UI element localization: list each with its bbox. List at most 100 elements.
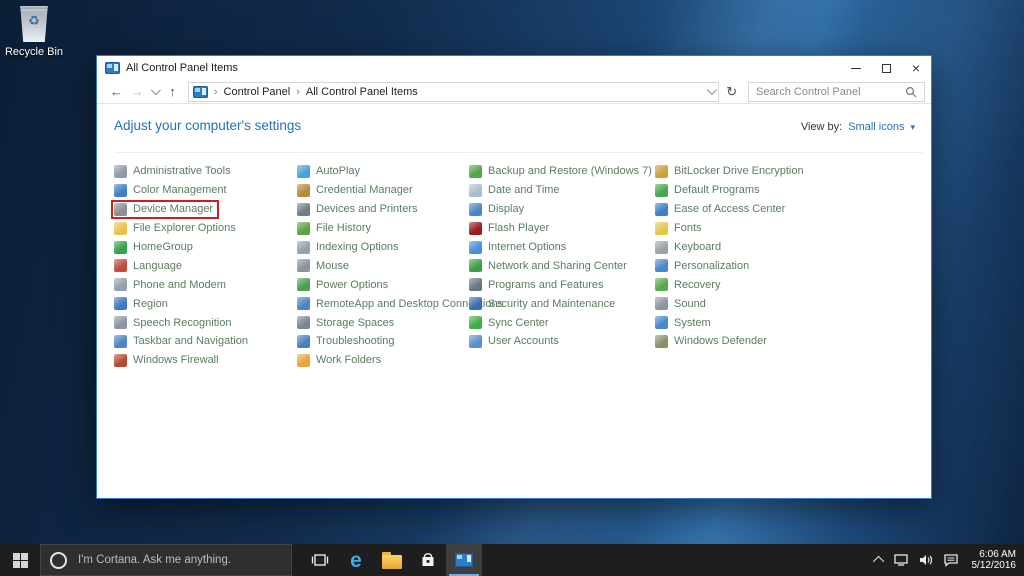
control-panel-item-flash-player[interactable]: Flash Player [466,219,555,238]
show-hidden-icons-chevron-icon[interactable] [872,555,884,568]
control-panel-item-file-history[interactable]: File History [294,219,377,238]
refresh-button[interactable]: ↻ [721,84,742,100]
volume-icon[interactable] [918,553,934,567]
search-box[interactable] [747,81,925,102]
control-panel-item-taskbar-and-navigation[interactable]: Taskbar and Navigation [111,332,254,351]
control-panel-item-display[interactable]: Display [466,200,530,219]
devices-and-printers-icon [297,202,310,216]
control-panel-item-administrative-tools[interactable]: Administrative Tools [111,162,237,181]
address-bar[interactable]: › Control Panel › All Control Panel Item… [187,81,720,102]
control-panel-item-mouse[interactable]: Mouse [294,256,355,275]
action-center-icon[interactable] [943,553,959,567]
search-input[interactable] [748,85,898,98]
recent-locations-chevron-icon[interactable] [150,85,161,95]
control-panel-item-label: Backup and Restore (Windows 7) [488,165,652,178]
close-button[interactable]: × [901,56,931,80]
control-panel-taskbar-button[interactable] [446,544,482,576]
flash-player-icon [469,221,482,235]
control-panel-item-programs-and-features[interactable]: Programs and Features [466,275,610,294]
network-icon[interactable] [893,553,909,567]
control-panel-item-sound[interactable]: Sound [652,294,712,313]
view-by-dropdown-icon[interactable]: ▾ [910,122,915,133]
view-by-value[interactable]: Small icons [848,121,904,133]
page-title: Adjust your computer's settings [114,118,302,133]
control-panel-item-internet-options[interactable]: Internet Options [466,238,572,257]
edge-button[interactable]: e [338,544,374,576]
control-panel-item-indexing-options[interactable]: Indexing Options [294,238,405,257]
system-tray: 6:06 AM 5/12/2016 [872,544,1024,576]
window-title: All Control Panel Items [126,62,238,74]
control-panel-item-devices-and-printers[interactable]: Devices and Printers [294,200,424,219]
maximize-button[interactable] [871,56,901,80]
control-panel-item-backup-and-restore[interactable]: Backup and Restore (Windows 7) [466,162,658,181]
control-panel-item-network-and-sharing-center[interactable]: Network and Sharing Center [466,256,633,275]
control-panel-item-windows-firewall[interactable]: Windows Firewall [111,351,225,370]
start-button[interactable] [0,544,40,576]
control-panel-item-recovery[interactable]: Recovery [652,275,726,294]
control-panel-item-user-accounts[interactable]: User Accounts [466,332,565,351]
up-button[interactable]: ↑ [163,85,182,98]
control-panel-item-bitlocker-drive-encryption[interactable]: BitLocker Drive Encryption [652,162,810,181]
indexing-options-icon [297,240,310,254]
control-panel-item-ease-of-access-center[interactable]: Ease of Access Center [652,200,791,219]
file-explorer-button[interactable] [374,544,410,576]
control-panel-item-language[interactable]: Language [111,256,188,275]
control-panel-item-region[interactable]: Region [111,294,174,313]
control-panel-item-label: Color Management [133,184,227,197]
control-panel-item-system[interactable]: System [652,313,717,332]
homegroup-icon [114,240,127,254]
cortana-search-box[interactable] [40,544,292,576]
control-panel-item-label: System [674,316,711,329]
control-panel-item-troubleshooting[interactable]: Troubleshooting [294,332,400,351]
control-panel-item-phone-and-modem[interactable]: Phone and Modem [111,275,232,294]
personalization-icon [655,259,668,273]
control-panel-icon [192,85,208,98]
taskbar-clock[interactable]: 6:06 AM 5/12/2016 [972,549,1017,572]
forward-button[interactable]: → [128,85,147,98]
control-panel-item-autoplay[interactable]: AutoPlay [294,162,366,181]
control-panel-item-credential-manager[interactable]: Credential Manager [294,181,419,200]
control-panel-item-windows-defender[interactable]: Windows Defender [652,332,773,351]
window-titlebar[interactable]: All Control Panel Items × [97,56,931,80]
breadcrumb-control-panel[interactable]: Control Panel [224,86,291,98]
clock-time: 6:06 AM [979,548,1016,560]
storage-spaces-icon [297,316,310,330]
control-panel-item-color-management[interactable]: Color Management [111,181,233,200]
control-panel-item-power-options[interactable]: Power Options [294,275,394,294]
control-panel-item-work-folders[interactable]: Work Folders [294,351,387,370]
control-panel-item-date-and-time[interactable]: Date and Time [466,181,566,200]
recycle-bin-shortcut[interactable]: ♻ Recycle Bin [2,6,66,58]
control-panel-item-label: Storage Spaces [316,316,395,329]
store-button[interactable] [410,544,446,576]
control-panel-item-label: Work Folders [316,354,382,367]
control-panel-item-personalization[interactable]: Personalization [652,256,755,275]
back-button[interactable]: ← [107,85,126,98]
security-and-maintenance-icon [469,297,482,311]
taskbar-apps: e [302,544,482,576]
control-panel-item-sync-center[interactable]: Sync Center [466,313,555,332]
control-panel-item-label: Mouse [316,259,350,272]
search-icon [905,86,917,97]
control-panel-item-security-and-maintenance[interactable]: Security and Maintenance [466,294,621,313]
control-panel-item-label: Date and Time [488,184,560,197]
control-panel-item-homegroup[interactable]: HomeGroup [111,238,199,257]
control-panel-item-label: Taskbar and Navigation [133,335,248,348]
control-panel-item-keyboard[interactable]: Keyboard [652,238,727,257]
minimize-button[interactable] [841,56,871,80]
control-panel-item-device-manager[interactable]: Device Manager [111,199,220,219]
task-view-button[interactable] [302,544,338,576]
control-panel-item-speech-recognition[interactable]: Speech Recognition [111,313,237,332]
fonts-icon [655,221,668,235]
breadcrumb-all-control-panel-items[interactable]: All Control Panel Items [306,86,418,98]
control-panel-item-label: Sync Center [488,316,549,329]
control-panel-item-storage-spaces[interactable]: Storage Spaces [294,313,400,332]
clock-date: 5/12/2016 [971,560,1017,571]
system-icon [655,316,668,330]
cortana-search-input[interactable] [76,553,291,567]
address-dropdown-chevron-icon[interactable] [707,85,718,96]
programs-and-features-icon [469,278,482,292]
control-panel-item-file-explorer-options[interactable]: File Explorer Options [111,219,242,238]
control-panel-item-default-programs[interactable]: Default Programs [652,181,766,200]
internet-options-icon [469,240,482,254]
control-panel-item-fonts[interactable]: Fonts [652,219,708,238]
